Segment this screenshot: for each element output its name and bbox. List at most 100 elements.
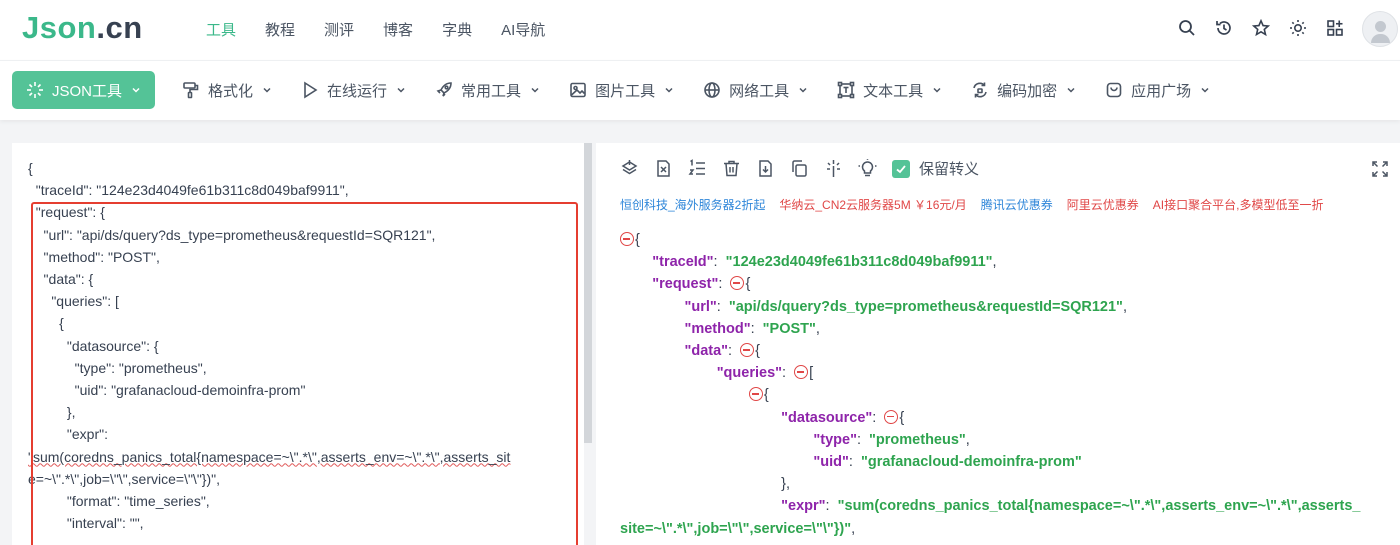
- network-tools-menu[interactable]: 网络工具: [690, 71, 821, 109]
- site-logo[interactable]: Json.cn: [22, 10, 143, 46]
- common-tools-label: 常用工具: [461, 82, 522, 100]
- main-nav: 工具 教程 测评 博客 字典 AI导航: [206, 19, 545, 40]
- json-tools-label: JSON工具: [52, 82, 123, 100]
- app-square-label: 应用广场: [1131, 82, 1192, 100]
- history-icon[interactable]: [1215, 19, 1233, 37]
- json-key: "url": [684, 298, 717, 315]
- download-icon[interactable]: [756, 159, 775, 178]
- ad-link[interactable]: 恒创科技_海外服务器2折起: [620, 196, 765, 213]
- sparkle-icon: [27, 82, 43, 98]
- top-icon-group: [1178, 18, 1344, 37]
- json-input-editor[interactable]: { "traceId": "124e23d4049fe61b311c8d049b…: [12, 143, 584, 545]
- image-icon: [570, 82, 586, 98]
- checkmark-icon: [896, 164, 906, 173]
- json-value: "sum(coredns_panics_total{namespace=~\".…: [837, 498, 1361, 515]
- network-tools-label: 网络工具: [729, 82, 790, 100]
- collapse-toggle-icon[interactable]: [748, 387, 763, 402]
- sun-icon[interactable]: [1289, 19, 1307, 37]
- text-tools-menu[interactable]: 文本工具: [824, 71, 955, 109]
- fullscreen-icon[interactable]: [1372, 161, 1388, 182]
- chevron-down-icon: [933, 87, 941, 93]
- keep-escape-label[interactable]: 保留转义: [919, 158, 979, 179]
- nav-dictionary[interactable]: 字典: [442, 19, 472, 40]
- json-line-request: "request": {: [652, 276, 751, 293]
- nav-reviews[interactable]: 测评: [324, 19, 354, 40]
- json-line-close: },: [781, 476, 791, 493]
- rocket-icon: [436, 82, 452, 97]
- sort-list-icon[interactable]: [688, 159, 707, 178]
- highlight-box: [31, 202, 578, 545]
- globe-icon: [704, 82, 720, 98]
- json-line-datasource: "datasource": {: [781, 409, 905, 426]
- delete-file-icon[interactable]: [654, 159, 673, 178]
- json-value: "prometheus": [869, 431, 966, 448]
- input-line: "traceId": "124e23d4049fe61b311c8d049baf…: [28, 182, 349, 199]
- search-icon[interactable]: [1178, 19, 1196, 37]
- trash-icon[interactable]: [722, 159, 741, 178]
- ad-link[interactable]: 腾讯云优惠券: [981, 196, 1053, 213]
- bulb-icon[interactable]: [858, 159, 877, 178]
- ad-link[interactable]: 华纳云_CN2云服务器5M ￥16元/月: [779, 196, 966, 213]
- copy-icon[interactable]: [790, 159, 809, 178]
- json-line-data: "data": {: [684, 343, 760, 360]
- json-value: "124e23d4049fe61b311c8d049baf9911": [725, 254, 993, 271]
- chevron-down-icon: [799, 87, 807, 93]
- app-store-icon: [1106, 82, 1122, 98]
- keep-escape-checkbox[interactable]: [892, 159, 910, 178]
- editor-splitter-scrollbar[interactable]: [584, 143, 592, 443]
- chevron-down-icon: [1201, 87, 1209, 93]
- magic-icon[interactable]: [824, 159, 843, 178]
- chevron-down-icon: [531, 87, 539, 93]
- run-online-menu[interactable]: 在线运行: [288, 71, 419, 109]
- collapse-toggle-icon[interactable]: [794, 365, 809, 380]
- json-output-viewer: 保留转义 恒创科技_海外服务器2折起 华纳云_CN2云服务器5M ￥16元/月 …: [596, 143, 1400, 545]
- json-key: "queries": [716, 365, 783, 382]
- json-line-url: "url": "api/ds/query?ds_type=prometheus&…: [684, 298, 1127, 315]
- collapse-toggle-icon[interactable]: [740, 343, 755, 358]
- collapse-toggle-icon[interactable]: [620, 232, 634, 246]
- json-tools-button[interactable]: JSON工具: [12, 71, 156, 109]
- common-tools-menu[interactable]: 常用工具: [422, 71, 553, 109]
- viewer-toolbar: 保留转义: [620, 158, 979, 179]
- json-key: "request": [652, 276, 719, 293]
- json-key: "traceId": [652, 254, 714, 271]
- star-icon[interactable]: [1251, 18, 1271, 37]
- json-key: "datasource": [781, 409, 873, 426]
- json-key: "expr": [781, 498, 826, 515]
- collapse-toggle-icon[interactable]: [884, 409, 899, 424]
- format-menu[interactable]: 格式化: [169, 71, 285, 109]
- ad-link[interactable]: AI接口聚合平台,多模型低至一折: [1153, 196, 1324, 213]
- play-icon: [304, 81, 318, 99]
- nav-tutorials[interactable]: 教程: [265, 19, 295, 40]
- app-square-menu[interactable]: 应用广场: [1092, 71, 1223, 109]
- chevron-down-icon: [665, 87, 673, 93]
- nav-tools[interactable]: 工具: [206, 19, 236, 40]
- json-line-method: "method": "POST",: [684, 320, 820, 337]
- layers-icon[interactable]: [620, 159, 639, 178]
- formatted-json-tree: { "traceId": "124e23d4049fe61b311c8d049b…: [620, 229, 1360, 540]
- run-online-label: 在线运行: [327, 82, 388, 100]
- image-tools-menu[interactable]: 图片工具: [556, 71, 687, 109]
- nav-ai-guide[interactable]: AI导航: [501, 19, 545, 40]
- encode-encrypt-menu[interactable]: 编码加密: [958, 71, 1089, 109]
- collapse-toggle-icon[interactable]: [730, 276, 745, 291]
- input-line: {: [28, 160, 33, 176]
- user-avatar[interactable]: [1362, 11, 1398, 47]
- tool-category-bar: JSON工具 格式化 在线运行 常用工具 图片工具 网络工具 文本工具 编码加密…: [0, 60, 1400, 120]
- json-line-traceid: "traceId": "124e23d4049fe61b311c8d049baf…: [652, 254, 997, 271]
- chevron-down-icon: [397, 87, 405, 93]
- nav-blog[interactable]: 博客: [383, 19, 413, 40]
- json-line-expr-cont: site=~\".*\",job=\"\",service=\"\"})",: [620, 520, 856, 537]
- apps-icon[interactable]: [1326, 19, 1344, 37]
- encode-encrypt-label: 编码加密: [997, 82, 1058, 100]
- format-label: 格式化: [208, 82, 254, 100]
- json-value: "api/ds/query?ds_type=prometheus&request…: [728, 298, 1123, 315]
- json-key: "type": [813, 431, 857, 448]
- json-line-object: {: [620, 384, 1360, 406]
- text-frame-icon: [837, 81, 855, 99]
- json-key: "data": [684, 343, 729, 360]
- image-tools-label: 图片工具: [595, 82, 656, 100]
- ad-link[interactable]: 阿里云优惠券: [1067, 196, 1139, 213]
- chevron-down-icon: [1067, 87, 1075, 93]
- json-key: "method": [684, 320, 751, 337]
